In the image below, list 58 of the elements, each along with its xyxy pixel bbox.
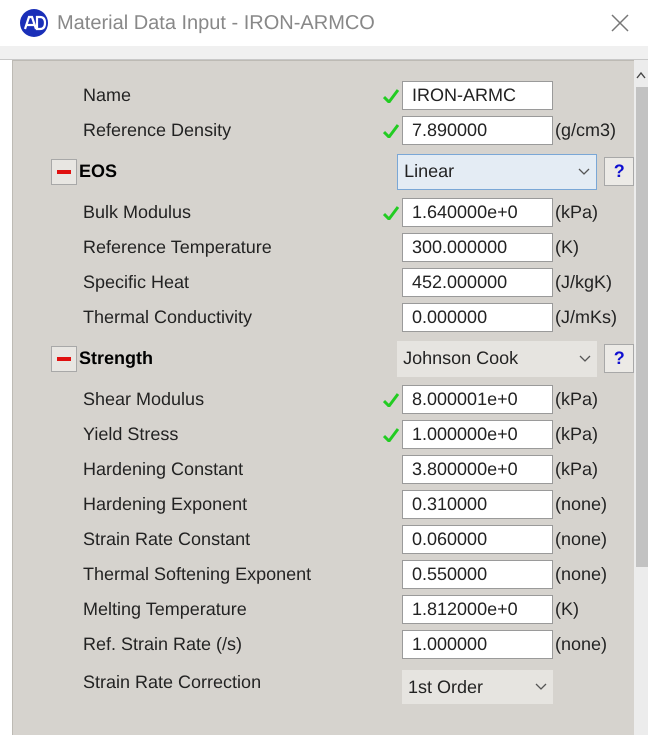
input-field[interactable]: 8.000001e+0 <box>402 385 553 414</box>
input-field[interactable]: IRON-ARMC <box>402 81 553 110</box>
close-icon[interactable] <box>611 14 629 32</box>
help-button[interactable]: ? <box>604 157 634 186</box>
input-field[interactable]: 3.800000e+0 <box>402 455 553 484</box>
field-label: Name <box>82 84 132 107</box>
field-label: Hardening Constant <box>82 458 244 481</box>
input-field[interactable]: 0.060000 <box>402 525 553 554</box>
field-label: Ref. Strain Rate (/s) <box>82 633 244 656</box>
field-label: Strain Rate Correction <box>82 670 262 694</box>
unit-label: (none) <box>555 528 608 551</box>
scrollbar[interactable] <box>634 60 648 735</box>
field-label: Reference Temperature <box>82 236 273 259</box>
input-field[interactable]: 0.310000 <box>402 490 553 519</box>
unit-label: (K) <box>555 598 579 621</box>
field-label: Reference Density <box>82 119 232 142</box>
unit-label: (none) <box>555 493 608 516</box>
help-button[interactable]: ? <box>604 344 634 373</box>
caret-icon <box>579 354 592 362</box>
field-label: Bulk Modulus <box>82 201 192 224</box>
unit-label: (kPa) <box>555 388 598 411</box>
field-label: Hardening Exponent <box>82 493 248 516</box>
input-field[interactable]: 1.812000e+0 <box>402 595 553 624</box>
unit-label: (J/kgK) <box>555 271 612 294</box>
caret-icon <box>578 168 590 176</box>
dropdown[interactable]: Linear <box>397 154 598 190</box>
field-label: Thermal Conductivity <box>82 306 254 329</box>
field-label: Specific Heat <box>82 271 190 294</box>
field-label: Shear Modulus <box>82 388 206 411</box>
input-field[interactable]: 1.000000 <box>402 630 553 659</box>
input-field[interactable]: 300.000000 <box>402 233 553 262</box>
dropdown[interactable]: 1st Order <box>402 670 553 704</box>
section-title: EOS <box>79 160 118 183</box>
unit-label: (g/cm3) <box>555 119 616 142</box>
input-field[interactable]: 7.890000 <box>402 116 553 145</box>
collapse-button[interactable] <box>51 158 77 184</box>
input-field[interactable]: 1.640000e+0 <box>402 198 553 227</box>
section-title: Strength <box>79 347 153 370</box>
field-label: Melting Temperature <box>82 598 248 621</box>
unit-label: (none) <box>555 633 608 656</box>
input-field[interactable]: 1.000000e+0 <box>402 420 553 449</box>
dropdown[interactable]: Johnson Cook <box>397 340 598 376</box>
window-title: Material Data Input - IRON-ARMCO <box>57 11 376 36</box>
app-logo-icon <box>19 8 49 38</box>
unit-label: (J/mKs) <box>555 306 617 329</box>
field-label: Strain Rate Constant <box>82 528 252 551</box>
unit-label: (none) <box>555 563 608 586</box>
unit-label: (K) <box>555 236 579 259</box>
input-field[interactable]: 0.000000 <box>402 303 553 332</box>
input-field[interactable]: 0.550000 <box>402 560 553 589</box>
unit-label: (kPa) <box>555 423 598 446</box>
field-label: Thermal Softening Exponent <box>82 563 312 586</box>
caret-icon <box>535 683 547 691</box>
collapse-button[interactable] <box>51 346 77 372</box>
unit-label: (kPa) <box>555 201 598 224</box>
field-label: Yield Stress <box>82 423 180 446</box>
unit-label: (kPa) <box>555 458 598 481</box>
input-field[interactable]: 452.000000 <box>402 268 553 297</box>
